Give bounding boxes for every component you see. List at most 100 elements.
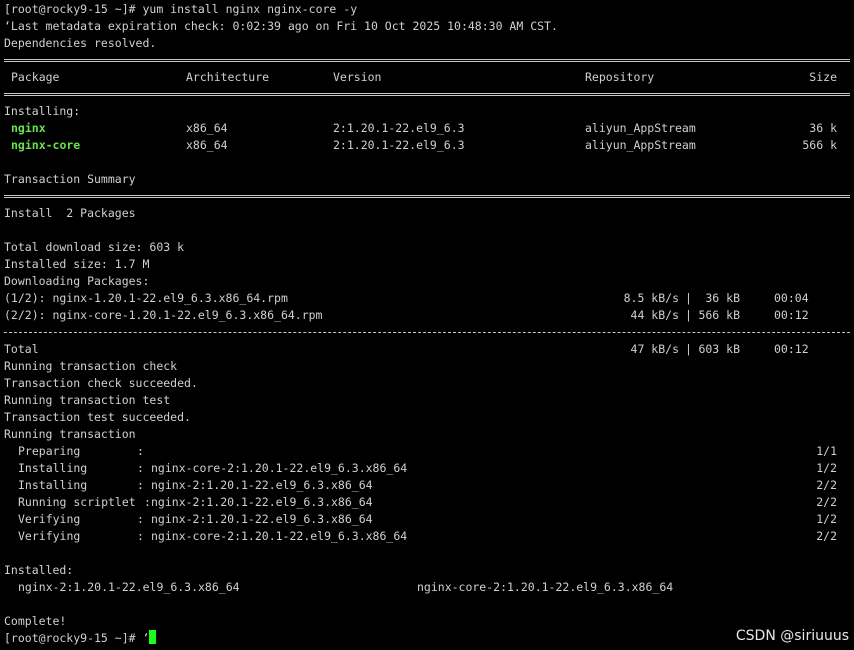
download-size: 36 kB xyxy=(698,291,740,305)
row-version: 2:1.20.1-22.el9_6.3 xyxy=(333,138,465,152)
step-colon: : xyxy=(137,478,144,492)
download-total-row: Total 47 kB/s | 603 kB 00:12 xyxy=(4,341,850,358)
row-arch: x86_64 xyxy=(186,121,228,135)
step-row: Installing : nginx-core-2:1.20.1-22.el9_… xyxy=(4,460,850,477)
tx-message: Running transaction xyxy=(4,427,136,441)
step-row: Verifying : nginx-core-2:1.20.1-22.el9_6… xyxy=(4,528,850,545)
pipe-divider: | xyxy=(685,308,692,322)
metadata-check-line: ‘Last metadata expiration check: 0:02:39… xyxy=(4,19,558,33)
step-progress: 1/2 xyxy=(816,512,837,526)
step-row: Installing : nginx-2:1.20.1-22.el9_6.3.x… xyxy=(4,477,850,494)
transaction-summary-title: Transaction Summary xyxy=(4,172,136,186)
step-progress: 2/2 xyxy=(816,495,837,509)
total-size: 603 kB xyxy=(698,342,740,356)
tx-message: Transaction test succeeded. xyxy=(4,410,191,424)
step-package: nginx-core-2:1.20.1-22.el9_6.3.x86_64 xyxy=(151,461,408,475)
step-colon: : xyxy=(137,444,144,458)
step-package: nginx-2:1.20.1-22.el9_6.3.x86_64 xyxy=(151,478,373,492)
pipe-divider: | xyxy=(685,291,692,305)
command-line: [root@rocky9-15 ~]# yum install nginx ng… xyxy=(4,1,850,18)
row-package: nginx xyxy=(11,121,46,135)
header-repository: Repository xyxy=(585,70,655,84)
row-version: 2:1.20.1-22.el9_6.3 xyxy=(333,121,465,135)
typed-text: ‘ xyxy=(142,631,150,645)
double-separator xyxy=(4,86,850,103)
step-package: nginx-2:1.20.1-22.el9_6.3.x86_64 xyxy=(151,512,373,526)
table-row: nginx-core x86_64 2:1.20.1-22.el9_6.3 al… xyxy=(4,137,850,154)
header-version: Version xyxy=(333,70,382,84)
step-name: Verifying xyxy=(18,512,81,526)
total-speed: 47 kB/s xyxy=(630,342,679,356)
downloading-label: Downloading Packages: xyxy=(4,274,150,288)
step-row: Running scriptlet : nginx-2:1.20.1-22.el… xyxy=(4,494,850,511)
step-colon: : xyxy=(144,495,151,509)
download-time: 00:04 xyxy=(774,291,809,305)
download-file: (2/2): nginx-core-1.20.1-22.el9_6.3.x86_… xyxy=(4,308,323,322)
double-separator xyxy=(4,188,850,205)
step-name: Installing xyxy=(18,478,88,492)
step-colon: : xyxy=(137,529,144,543)
row-repo: aliyun_AppStream xyxy=(585,121,696,135)
tx-message: Transaction check succeeded. xyxy=(4,376,198,390)
installed-package: nginx-core-2:1.20.1-22.el9_6.3.x86_64 xyxy=(417,580,674,594)
complete-line: Complete! xyxy=(4,614,67,628)
shell-prompt: [root@rocky9-15 ~]# xyxy=(4,2,143,16)
dependencies-resolved-line: Dependencies resolved. xyxy=(4,36,157,50)
download-size: 566 kB xyxy=(698,308,740,322)
installed-packages-row: nginx-2:1.20.1-22.el9_6.3.x86_64 nginx-c… xyxy=(4,579,850,596)
download-time: 00:12 xyxy=(774,308,809,322)
step-row: Verifying : nginx-2:1.20.1-22.el9_6.3.x8… xyxy=(4,511,850,528)
installed-package: nginx-2:1.20.1-22.el9_6.3.x86_64 xyxy=(18,580,240,594)
step-row: Preparing : 1/1 xyxy=(4,443,850,460)
step-colon: : xyxy=(137,461,144,475)
total-time: 00:12 xyxy=(774,342,809,356)
download-size-line: Total download size: 603 k xyxy=(4,240,185,254)
terminal-output[interactable]: [root@rocky9-15 ~]# yum install nginx ng… xyxy=(4,1,850,647)
command-text: yum install nginx nginx-core -y xyxy=(142,2,358,16)
step-progress: 1/1 xyxy=(816,444,837,458)
tx-message: Running transaction test xyxy=(4,393,171,407)
double-separator xyxy=(4,52,850,69)
step-progress: 1/2 xyxy=(816,461,837,475)
table-header: Package Architecture Version Repository … xyxy=(4,69,850,86)
pipe-divider: | xyxy=(685,342,692,356)
step-name: Installing xyxy=(18,461,88,475)
download-speed: 8.5 kB/s xyxy=(623,291,679,305)
installing-label: Installing: xyxy=(4,104,81,118)
final-prompt-line[interactable]: [root@rocky9-15 ~]# ‘ xyxy=(4,630,850,647)
download-row: (2/2): nginx-core-1.20.1-22.el9_6.3.x86_… xyxy=(4,307,850,324)
row-size: 566 k xyxy=(802,138,837,152)
installed-label: Installed: xyxy=(4,563,74,577)
row-arch: x86_64 xyxy=(186,138,228,152)
table-row: nginx x86_64 2:1.20.1-22.el9_6.3 aliyun_… xyxy=(4,120,850,137)
download-row: (1/2): nginx-1.20.1-22.el9_6.3.x86_64.rp… xyxy=(4,290,850,307)
header-package: Package xyxy=(11,70,60,84)
install-count-line: Install 2 Packages xyxy=(4,206,136,220)
step-package: nginx-2:1.20.1-22.el9_6.3.x86_64 xyxy=(151,495,373,509)
step-name: Running scriptlet xyxy=(18,495,136,509)
shell-prompt: [root@rocky9-15 ~]# xyxy=(4,631,143,645)
step-progress: 2/2 xyxy=(816,478,837,492)
row-package: nginx-core xyxy=(11,138,81,152)
step-progress: 2/2 xyxy=(816,529,837,543)
step-colon: : xyxy=(137,512,144,526)
step-name: Verifying xyxy=(18,529,81,543)
installed-size-line: Installed size: 1.7 M xyxy=(4,257,150,271)
dashed-separator xyxy=(4,324,850,341)
csdn-watermark: CSDN @siriuuus xyxy=(735,628,849,644)
download-speed: 44 kB/s xyxy=(630,308,679,322)
row-size: 36 k xyxy=(809,121,837,135)
row-repo: aliyun_AppStream xyxy=(585,138,696,152)
header-size: Size xyxy=(809,70,837,84)
download-file: (1/2): nginx-1.20.1-22.el9_6.3.x86_64.rp… xyxy=(4,291,288,305)
header-architecture: Architecture xyxy=(186,70,270,84)
step-package: nginx-core-2:1.20.1-22.el9_6.3.x86_64 xyxy=(151,529,408,543)
step-name: Preparing xyxy=(18,444,81,458)
total-label: Total xyxy=(4,342,39,356)
text-cursor xyxy=(149,630,157,644)
tx-message: Running transaction check xyxy=(4,359,178,373)
